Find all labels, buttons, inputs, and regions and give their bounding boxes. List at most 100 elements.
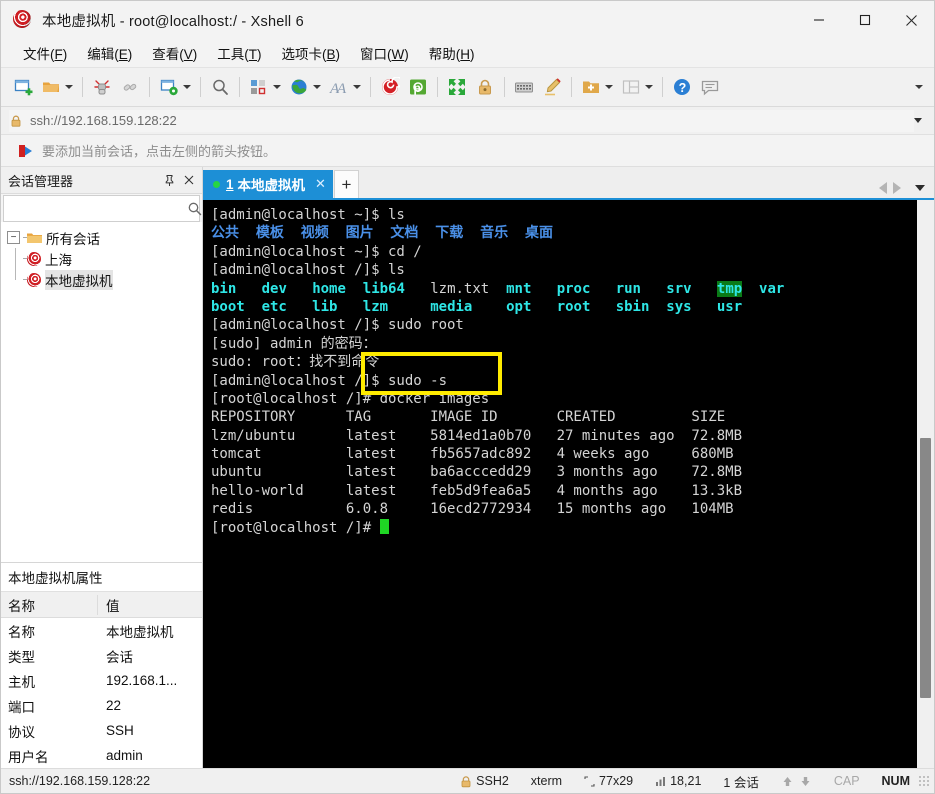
close-icon[interactable]: ✕ bbox=[315, 176, 326, 192]
xshell-button[interactable] bbox=[377, 72, 403, 102]
close-icon[interactable] bbox=[180, 172, 197, 189]
menu-window-label: 窗口 bbox=[360, 47, 388, 62]
add-folder-icon bbox=[581, 77, 601, 97]
scrollbar-thumb[interactable] bbox=[920, 438, 931, 698]
menu-window[interactable]: 窗口(W) bbox=[350, 39, 419, 67]
disconnect-button[interactable] bbox=[89, 72, 115, 102]
xshell-spiral-icon bbox=[10, 7, 34, 31]
terminal-line: REPOSITORY TAG IMAGE ID CREATED SIZE bbox=[211, 408, 916, 426]
properties-col-name: 名称 bbox=[8, 598, 35, 614]
status-caps-lock: CAP bbox=[823, 774, 871, 788]
chevron-down-icon[interactable] bbox=[605, 85, 613, 89]
close-button[interactable] bbox=[888, 1, 934, 39]
terminal-line: [admin@localhost /]$ ls bbox=[211, 261, 916, 279]
help-button[interactable]: ? bbox=[669, 72, 695, 102]
add-folder-button[interactable] bbox=[578, 72, 616, 102]
toolbar-separator bbox=[437, 77, 438, 97]
menu-help[interactable]: 帮助(H) bbox=[419, 39, 485, 67]
chevron-down-icon[interactable] bbox=[65, 85, 73, 89]
lock-icon bbox=[9, 114, 23, 128]
terminal-scrollbar[interactable] bbox=[916, 200, 934, 768]
terminal-span: home bbox=[312, 280, 346, 297]
pin-icon[interactable] bbox=[161, 172, 178, 189]
split-view-button[interactable] bbox=[618, 72, 656, 102]
status-items: SSH2 xterm 77x29 18,21 1 会话 CAP NUM bbox=[449, 772, 934, 791]
terminal-span: ubuntu latest ba6acccedd29 3 months ago … bbox=[211, 464, 743, 481]
terminal-span: sys bbox=[666, 298, 692, 315]
terminal-span: hello-world latest feb5d9fea6a5 4 months… bbox=[211, 482, 743, 499]
minimize-button[interactable] bbox=[796, 1, 842, 39]
highlight-button[interactable] bbox=[539, 72, 565, 102]
search-input[interactable] bbox=[4, 196, 187, 221]
font-button[interactable]: A A bbox=[326, 72, 364, 102]
property-name: 用户名 bbox=[8, 749, 49, 765]
xftp-button[interactable]: ᵽ bbox=[405, 72, 431, 102]
session-properties-button[interactable] bbox=[156, 72, 194, 102]
tree-item-shanghai[interactable]: 上海 bbox=[1, 248, 202, 269]
toolbar: A A ᵽ ? bbox=[1, 68, 934, 107]
menu-tools[interactable]: 工具(T) bbox=[207, 39, 271, 67]
reconnect-button[interactable] bbox=[117, 72, 143, 102]
open-session-button[interactable] bbox=[38, 72, 76, 102]
new-tab-button[interactable]: + bbox=[333, 170, 359, 198]
keyboard-button[interactable] bbox=[511, 72, 537, 102]
terminal-span: lib64 bbox=[362, 280, 405, 297]
terminal-line: 公共 模板 视频 图片 文档 下载 音乐 桌面 bbox=[211, 224, 916, 242]
chevron-down-icon[interactable] bbox=[313, 85, 321, 89]
terminal-span: [root@localhost /]# docker images bbox=[211, 390, 490, 407]
address-bar[interactable]: ssh://192.168.159.128:22 bbox=[1, 107, 934, 135]
session-properties-icon bbox=[159, 77, 179, 97]
fullscreen-button[interactable] bbox=[444, 72, 470, 102]
menu-file[interactable]: 文件(F) bbox=[13, 39, 77, 67]
terminal-span: root bbox=[556, 298, 591, 315]
title-bar: 本地虚拟机 - root@localhost:/ - Xshell 6 bbox=[1, 1, 934, 39]
menu-view[interactable]: 查看(V) bbox=[142, 39, 207, 67]
menu-tabs[interactable]: 选项卡(B) bbox=[272, 39, 351, 67]
folder-icon bbox=[27, 232, 42, 244]
chevron-down-icon[interactable] bbox=[914, 118, 922, 123]
chevron-down-icon[interactable] bbox=[273, 85, 281, 89]
find-button[interactable] bbox=[207, 72, 233, 102]
search-icon bbox=[210, 77, 230, 97]
terminal-span: [admin@localhost ~]$ ls bbox=[211, 207, 405, 223]
terminal-line: [admin@localhost ~]$ ls bbox=[211, 206, 916, 224]
triangle-right-icon[interactable] bbox=[893, 182, 901, 194]
tree-item-local-vm[interactable]: 本地虚拟机 bbox=[1, 269, 202, 290]
tab-local-vm[interactable]: 1 本地虚拟机 ✕ bbox=[203, 170, 333, 198]
session-search-row[interactable] bbox=[3, 195, 202, 222]
terminal-span: run bbox=[615, 280, 641, 297]
property-value: 22 bbox=[106, 698, 122, 713]
terminal-span bbox=[388, 299, 430, 315]
chat-button[interactable] bbox=[697, 72, 723, 102]
maximize-button[interactable] bbox=[842, 1, 888, 39]
chevron-down-icon[interactable] bbox=[183, 85, 191, 89]
globe-button[interactable] bbox=[286, 72, 324, 102]
terminal-span: usr bbox=[716, 298, 743, 315]
expander-icon[interactable]: − bbox=[7, 231, 20, 244]
chevron-down-icon[interactable] bbox=[645, 85, 653, 89]
menu-edit[interactable]: 编辑(E) bbox=[77, 39, 142, 67]
toolbar-separator bbox=[571, 77, 572, 97]
fullscreen-icon bbox=[447, 77, 467, 97]
terminal-screen[interactable]: [admin@localhost ~]$ ls 公共 模板 视频 图片 文档 下… bbox=[203, 200, 916, 768]
chevron-down-icon[interactable] bbox=[915, 185, 925, 191]
terminal-span: sbin bbox=[615, 298, 650, 315]
new-session-button[interactable] bbox=[10, 72, 36, 102]
lock-icon bbox=[475, 77, 495, 97]
status-size: 77x29 bbox=[573, 774, 644, 788]
resize-grip-icon[interactable] bbox=[918, 775, 930, 787]
address-field[interactable]: ssh://192.168.159.128:22 bbox=[9, 109, 914, 132]
status-bar: ssh://192.168.159.128:22 SSH2 xterm 77x2… bbox=[1, 768, 934, 793]
triangle-left-icon[interactable] bbox=[879, 182, 887, 194]
properties-title: 本地虚拟机属性 bbox=[8, 571, 103, 586]
toolbar-overflow-button[interactable] bbox=[908, 72, 926, 102]
search-icon[interactable] bbox=[187, 201, 202, 216]
terminal-span: 公共 模板 视频 图片 文档 下载 音乐 桌面 bbox=[211, 225, 554, 242]
terminal-span: [sudo] admin 的密码： bbox=[211, 335, 377, 352]
lock-button[interactable] bbox=[472, 72, 498, 102]
tree-root-all-sessions[interactable]: − 所有会话 bbox=[1, 227, 202, 248]
layout-button[interactable] bbox=[246, 72, 284, 102]
chevron-down-icon[interactable] bbox=[353, 85, 361, 89]
terminal-span bbox=[641, 281, 666, 297]
property-value: 会话 bbox=[106, 649, 133, 665]
